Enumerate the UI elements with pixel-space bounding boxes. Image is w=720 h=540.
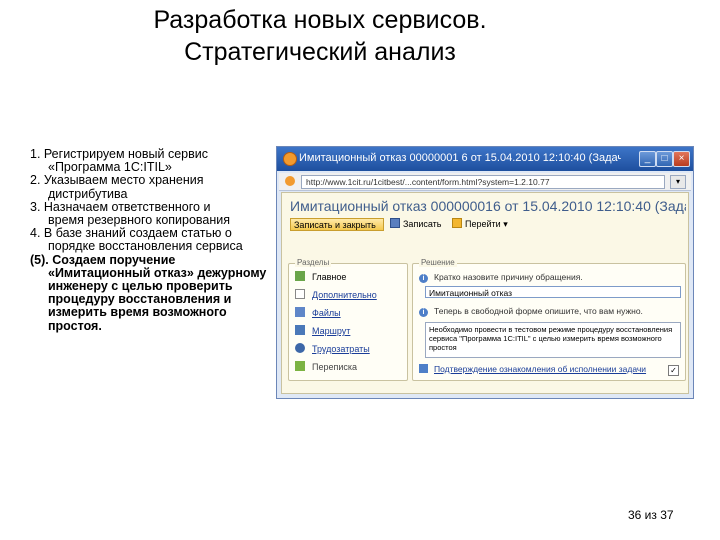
step-4: 4. В базе знаний создаем статью о порядк… bbox=[30, 226, 276, 254]
nav-item-label: Главное bbox=[312, 272, 347, 282]
step-3: 3. Назначаем ответственного и время резе… bbox=[30, 199, 276, 227]
details-label: Решение bbox=[419, 258, 457, 267]
step-5-cont: «Имитационный отказ» дежурному инженеру … bbox=[48, 265, 267, 333]
home-icon bbox=[295, 271, 305, 281]
hint-1: i Кратко назовите причину обращения. bbox=[419, 272, 583, 283]
nav-item-label: Дополнительно bbox=[312, 290, 377, 300]
route-icon bbox=[295, 325, 305, 335]
document-icon bbox=[295, 289, 305, 299]
step-2: 2. Указываем место хранения дистрибутива bbox=[30, 173, 276, 201]
nav-item-files[interactable]: Файлы bbox=[295, 306, 341, 320]
step-1-text: 1. Регистрируем новый сервис bbox=[30, 147, 208, 161]
save-label: Записать bbox=[403, 219, 442, 229]
hint-2: i Теперь в свободной форме опишите, что в… bbox=[419, 306, 643, 317]
window-titlebar[interactable]: Имитационный отказ 00000001 6 от 15.04.2… bbox=[277, 147, 693, 171]
acknowledge-checkbox[interactable]: ✓ bbox=[668, 365, 679, 376]
files-icon bbox=[295, 307, 305, 317]
info-icon: i bbox=[419, 274, 428, 283]
slide-title: Разработка новых сервисов. Стратегически… bbox=[0, 4, 640, 68]
nav-item-label: Переписка bbox=[312, 362, 358, 372]
acknowledge-row: Подтверждение ознакомления об исполнении… bbox=[419, 364, 646, 374]
goto-label: Перейти bbox=[465, 219, 501, 229]
nav-item-main[interactable]: Главное bbox=[295, 270, 346, 284]
nav-item-label: Трудозатраты bbox=[312, 344, 370, 354]
details-panel: Решение i Кратко назовите причину обращен… bbox=[412, 258, 686, 381]
save-button[interactable]: Записать bbox=[390, 218, 441, 231]
address-bar: http://www.1cit.ru/1citbest/...content/f… bbox=[279, 173, 691, 191]
goto-button[interactable]: Перейти ▾ bbox=[452, 218, 508, 231]
goto-icon bbox=[452, 218, 462, 228]
address-dropdown-button[interactable]: ▾ bbox=[670, 175, 686, 189]
title-line-2: Стратегический анализ bbox=[184, 38, 456, 66]
nav-item-label: Файлы bbox=[312, 308, 341, 318]
acknowledge-link[interactable]: Подтверждение ознакомления об исполнении… bbox=[434, 364, 646, 374]
slide-counter: 36 из 37 bbox=[628, 508, 674, 522]
steps-list: 1. Регистрируем новый сервис «Программа … bbox=[30, 147, 276, 333]
subject-field[interactable]: Имитационный отказ bbox=[425, 286, 681, 298]
form-title: Имитационный отказ 000000016 от 15.04.20… bbox=[290, 198, 686, 214]
description-textarea[interactable]: Необходимо провести в тестовом режиме пр… bbox=[425, 322, 681, 358]
hint-2-text: Теперь в свободной форме опишите, что ва… bbox=[434, 306, 643, 316]
step-4-text: 4. В базе знаний создаем статью о bbox=[30, 226, 232, 241]
form-toolbar: Записать и закрыть Записать Перейти ▾ bbox=[286, 217, 684, 233]
step-5: (5). Создаем поручение «Имитационный отк… bbox=[30, 252, 276, 333]
step-1: 1. Регистрируем новый сервис «Программа … bbox=[30, 147, 276, 174]
nav-item-mail[interactable]: Переписка bbox=[295, 360, 357, 374]
sections-label: Разделы bbox=[295, 258, 332, 267]
time-icon bbox=[295, 343, 305, 353]
hint-1-text: Кратко назовите причину обращения. bbox=[434, 272, 583, 282]
mail-icon bbox=[295, 361, 305, 371]
address-field[interactable]: http://www.1cit.ru/1citbest/...content/f… bbox=[301, 175, 665, 189]
save-close-button[interactable]: Записать и закрыть bbox=[290, 218, 384, 231]
window-title: Имитационный отказ 00000001 6 от 15.04.2… bbox=[299, 152, 621, 164]
task-window: Имитационный отказ 00000001 6 от 15.04.2… bbox=[276, 146, 694, 399]
save-icon bbox=[390, 218, 400, 228]
chevron-down-icon[interactable]: ▾ bbox=[503, 219, 508, 229]
step-2-text: 2. Указываем место хранения bbox=[30, 173, 204, 188]
nav-item-additional[interactable]: Дополнительно bbox=[295, 288, 377, 302]
step-3-text: 3. Назначаем ответственного и bbox=[30, 199, 211, 214]
flag-icon bbox=[419, 364, 428, 373]
task-form: Имитационный отказ 000000016 от 15.04.20… bbox=[281, 192, 689, 394]
title-line-1: Разработка новых сервисов. bbox=[153, 6, 487, 34]
maximize-button[interactable]: □ bbox=[656, 151, 673, 167]
app-icon bbox=[283, 152, 297, 166]
page-icon bbox=[285, 176, 295, 186]
nav-item-labor[interactable]: Трудозатраты bbox=[295, 342, 370, 356]
sections-panel: Разделы Главное Дополнительно Файлы Марш… bbox=[288, 258, 408, 381]
minimize-button[interactable]: _ bbox=[639, 151, 656, 167]
nav-item-label: Маршрут bbox=[312, 326, 351, 336]
nav-item-route[interactable]: Маршрут bbox=[295, 324, 350, 338]
close-button[interactable]: × bbox=[673, 151, 690, 167]
step-5-text: (5). Создаем поручение bbox=[30, 252, 176, 267]
info-icon: i bbox=[419, 308, 428, 317]
